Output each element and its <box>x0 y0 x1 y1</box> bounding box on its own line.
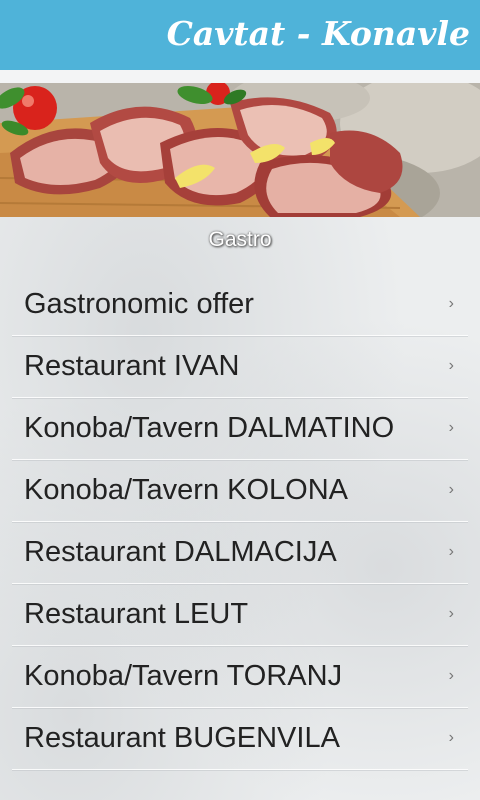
chevron-right-icon: › <box>448 543 454 560</box>
restaurant-list: Gastronomic offer › Restaurant IVAN › Ko… <box>12 274 468 770</box>
list-item-konoba-dalmatino[interactable]: Konoba/Tavern DALMATINO › <box>12 398 468 460</box>
chevron-right-icon: › <box>448 667 454 684</box>
header-spacer <box>0 70 480 83</box>
list-item-restaurant-dalmacija[interactable]: Restaurant DALMACIJA › <box>12 522 468 584</box>
list-item-konoba-kolona[interactable]: Konoba/Tavern KOLONA › <box>12 460 468 522</box>
list-item-label: Konoba/Tavern DALMATINO <box>24 412 395 444</box>
app-header: Cavtat - Konavle <box>0 0 480 70</box>
chevron-right-icon: › <box>448 729 454 746</box>
list-item-gastronomic-offer[interactable]: Gastronomic offer › <box>12 274 468 336</box>
list-item-label: Restaurant IVAN <box>24 350 240 382</box>
chevron-right-icon: › <box>448 481 454 498</box>
section-title: Gastro <box>208 228 272 251</box>
chevron-right-icon: › <box>448 419 454 436</box>
list-item-restaurant-ivan[interactable]: Restaurant IVAN › <box>12 336 468 398</box>
chevron-right-icon: › <box>448 605 454 622</box>
list-item-restaurant-leut[interactable]: Restaurant LEUT › <box>12 584 468 646</box>
list-item-label: Gastronomic offer <box>24 288 254 320</box>
list-item-label: Restaurant BUGENVILA <box>24 722 340 754</box>
list-item-label: Restaurant LEUT <box>24 598 249 630</box>
gastro-panel: Gastro Gastronomic offer › Restaurant IV… <box>0 217 480 800</box>
list-item-konoba-toranj[interactable]: Konoba/Tavern TORANJ › <box>12 646 468 708</box>
chevron-right-icon: › <box>448 295 454 312</box>
app-title: Cavtat - Konavle <box>166 14 470 53</box>
chevron-right-icon: › <box>448 357 454 374</box>
list-item-label: Restaurant DALMACIJA <box>24 536 337 568</box>
list-item-label: Konoba/Tavern KOLONA <box>24 474 349 506</box>
list-item-label: Konoba/Tavern TORANJ <box>24 660 343 692</box>
list-item-restaurant-bugenvila[interactable]: Restaurant BUGENVILA › <box>12 708 468 770</box>
banner-image <box>0 83 480 217</box>
